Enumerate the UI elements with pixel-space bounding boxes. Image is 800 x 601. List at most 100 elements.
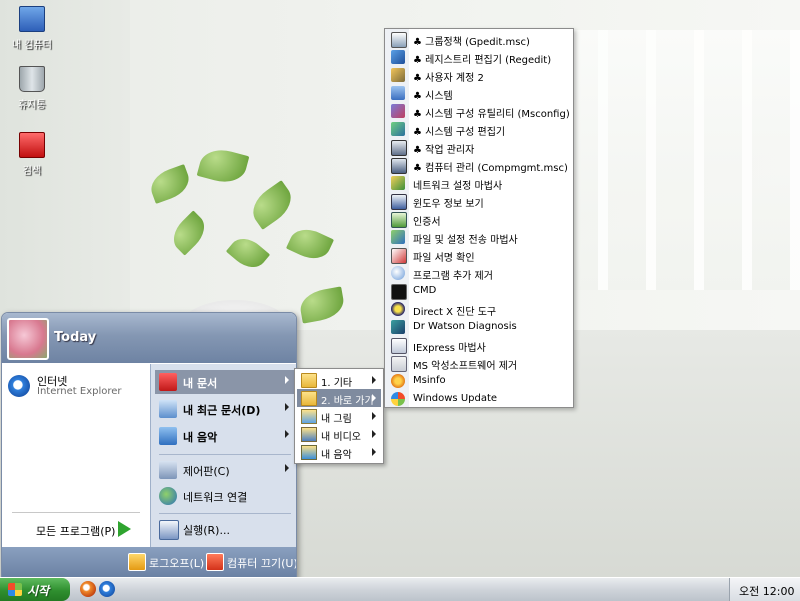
submenu-item-etc[interactable]: 1. 기타 (297, 371, 381, 389)
internet-explorer-icon[interactable] (99, 581, 115, 597)
wallpaper-leaf (146, 164, 194, 204)
logoff-label: 로그오프(L) (149, 557, 205, 570)
tool-item-label: 네트워크 설정 마법사 (413, 181, 503, 192)
key-icon (128, 553, 146, 571)
iexpress-icon (391, 338, 407, 354)
documents-submenu: 1. 기타 2. 바로 가기 내 그림 내 비디오 내 음악 (294, 368, 384, 464)
tool-item[interactable]: Msinfo (387, 372, 571, 390)
tool-item[interactable]: 윈도우 정보 보기 (387, 192, 571, 210)
chevron-right-icon (285, 403, 289, 411)
tool-item[interactable]: Windows Update (387, 390, 571, 408)
submenu-item-shortcuts[interactable]: 2. 바로 가기 (297, 389, 381, 407)
transfer-wizard-icon (391, 230, 405, 244)
submenu-item-my-music[interactable]: 내 음악 (297, 443, 381, 461)
start-label: 시작 (27, 584, 50, 598)
start-menu-right-pane: 내 문서 내 최근 문서(D) 내 음악 제어판(C) 네트워크 연결 실행(R… (150, 364, 296, 547)
tool-item[interactable]: ♣ 그룹정책 (Gpedit.msc) (387, 30, 571, 48)
tool-item-label: Direct X 진단 도구 (413, 307, 497, 318)
windows-info-icon (391, 194, 407, 210)
desktop-icon-label: 검색 (22, 166, 42, 177)
wallpaper-leaf (285, 222, 335, 266)
tool-item[interactable]: ♣ 레지스트리 편집기 (Regedit) (387, 48, 571, 66)
media-player-icon[interactable] (80, 581, 96, 597)
group-policy-icon (391, 32, 407, 48)
tool-item[interactable]: ♣ 시스템 구성 유틸리티 (Msconfig) (387, 102, 571, 120)
registry-editor-icon (391, 50, 405, 64)
tool-item-label: ♣ 시스템 구성 편집기 (413, 127, 506, 138)
menu-item-control-panel[interactable]: 제어판(C) (155, 458, 295, 482)
wallpaper-leaf (245, 180, 299, 230)
tool-item[interactable]: 파일 및 설정 전송 마법사 (387, 228, 571, 246)
system-config-icon (391, 104, 405, 118)
tool-item-label: ♣ 그룹정책 (Gpedit.msc) (413, 37, 530, 48)
chevron-right-icon (285, 376, 289, 384)
tool-item-label: Msinfo (413, 375, 446, 386)
wallpaper-leaf (225, 231, 271, 275)
tool-item[interactable]: ♣ 사용자 계정 2 (387, 66, 571, 84)
taskbar: 시작 오전 12:00 (0, 577, 800, 601)
tool-item-label: IExpress 마법사 (413, 343, 486, 354)
folder-icon (301, 391, 317, 406)
arrow-right-icon (118, 521, 131, 537)
tool-item[interactable]: IExpress 마법사 (387, 336, 571, 354)
divider (159, 454, 291, 455)
start-button[interactable]: 시작 (0, 578, 70, 601)
tool-item[interactable]: 파일 서명 확인 (387, 246, 571, 264)
logoff-button[interactable]: 로그오프(L) (128, 552, 204, 572)
chevron-right-icon (372, 430, 376, 438)
menu-item-my-documents[interactable]: 내 문서 (155, 370, 295, 394)
tool-item[interactable]: 프로그램 추가 제거 (387, 264, 571, 282)
tool-item-label: ♣ 컴퓨터 관리 (Compmgmt.msc) (413, 163, 568, 174)
desktop-icon-recycle-bin[interactable]: 휴지통 (0, 66, 64, 111)
desktop-icon-search[interactable]: 검색 (0, 132, 64, 177)
clock[interactable]: 오전 12:00 (739, 583, 794, 599)
submenu-item-label: 내 비디오 (321, 432, 361, 443)
tool-item[interactable]: 네트워크 설정 마법사 (387, 174, 571, 192)
tool-item[interactable]: Direct X 진단 도구 (387, 300, 571, 318)
my-documents-icon (159, 373, 177, 391)
avatar[interactable] (7, 318, 49, 360)
desktop-icon-label: 휴지통 (18, 100, 46, 111)
start-menu-left-pane: 인터넷 Internet Explorer 모든 프로그램(P) (2, 364, 149, 547)
desktop-icon-label: 내 컴퓨터 (12, 40, 52, 51)
power-icon (206, 553, 224, 571)
desktop-icon-computer[interactable]: 내 컴퓨터 (0, 6, 64, 51)
tool-item-label: MS 악성소프트웨어 제거 (413, 361, 518, 372)
tool-item[interactable]: ♣ 작업 관리자 (387, 138, 571, 156)
task-manager-icon (391, 140, 407, 156)
menu-item-run[interactable]: 실행(R)... (155, 517, 295, 541)
wallpaper-leaf (196, 144, 250, 188)
menu-item-network-connections[interactable]: 네트워크 연결 (155, 484, 295, 508)
control-panel-icon (159, 461, 177, 479)
network-connections-icon (159, 487, 177, 505)
tool-item[interactable]: ♣ 시스템 (387, 84, 571, 102)
tool-item-label: ♣ 시스템 (413, 91, 453, 102)
submenu-item-label: 2. 바로 가기 (321, 396, 374, 407)
tool-item[interactable]: CMD (387, 282, 571, 300)
divider (159, 513, 291, 514)
tool-item-label: ♣ 레지스트리 편집기 (Regedit) (413, 55, 552, 66)
recent-documents-icon (159, 400, 177, 418)
menu-item-my-music[interactable]: 내 음악 (155, 424, 295, 448)
pinned-internet-explorer[interactable]: 인터넷 Internet Explorer (8, 372, 144, 404)
pinned-subtitle: Internet Explorer (37, 386, 122, 397)
submenu-item-my-videos[interactable]: 내 비디오 (297, 425, 381, 443)
menu-item-label: 제어판(C) (183, 465, 230, 478)
all-programs-button[interactable]: 모든 프로그램(P) (36, 520, 142, 540)
menu-item-label: 내 음악 (183, 431, 218, 444)
all-programs-label: 모든 프로그램(P) (36, 525, 116, 538)
add-remove-programs-icon (391, 266, 405, 280)
tool-item[interactable]: ♣ 시스템 구성 편집기 (387, 120, 571, 138)
msinfo-icon (391, 374, 405, 388)
tool-item-label: 파일 서명 확인 (413, 253, 475, 264)
tool-item[interactable]: MS 악성소프트웨어 제거 (387, 354, 571, 372)
submenu-item-my-pictures[interactable]: 내 그림 (297, 407, 381, 425)
menu-item-recent-documents[interactable]: 내 최근 문서(D) (155, 397, 295, 421)
tool-item-label: 파일 및 설정 전송 마법사 (413, 235, 518, 246)
tool-item[interactable]: 인증서 (387, 210, 571, 228)
shutdown-button[interactable]: 컴퓨터 끄기(U) (206, 552, 296, 572)
tool-item[interactable]: ♣ 컴퓨터 관리 (Compmgmt.msc) (387, 156, 571, 174)
tool-item-label: 윈도우 정보 보기 (413, 199, 484, 210)
tool-item[interactable]: Dr Watson Diagnosis (387, 318, 571, 336)
submenu-item-label: 내 음악 (321, 450, 352, 461)
